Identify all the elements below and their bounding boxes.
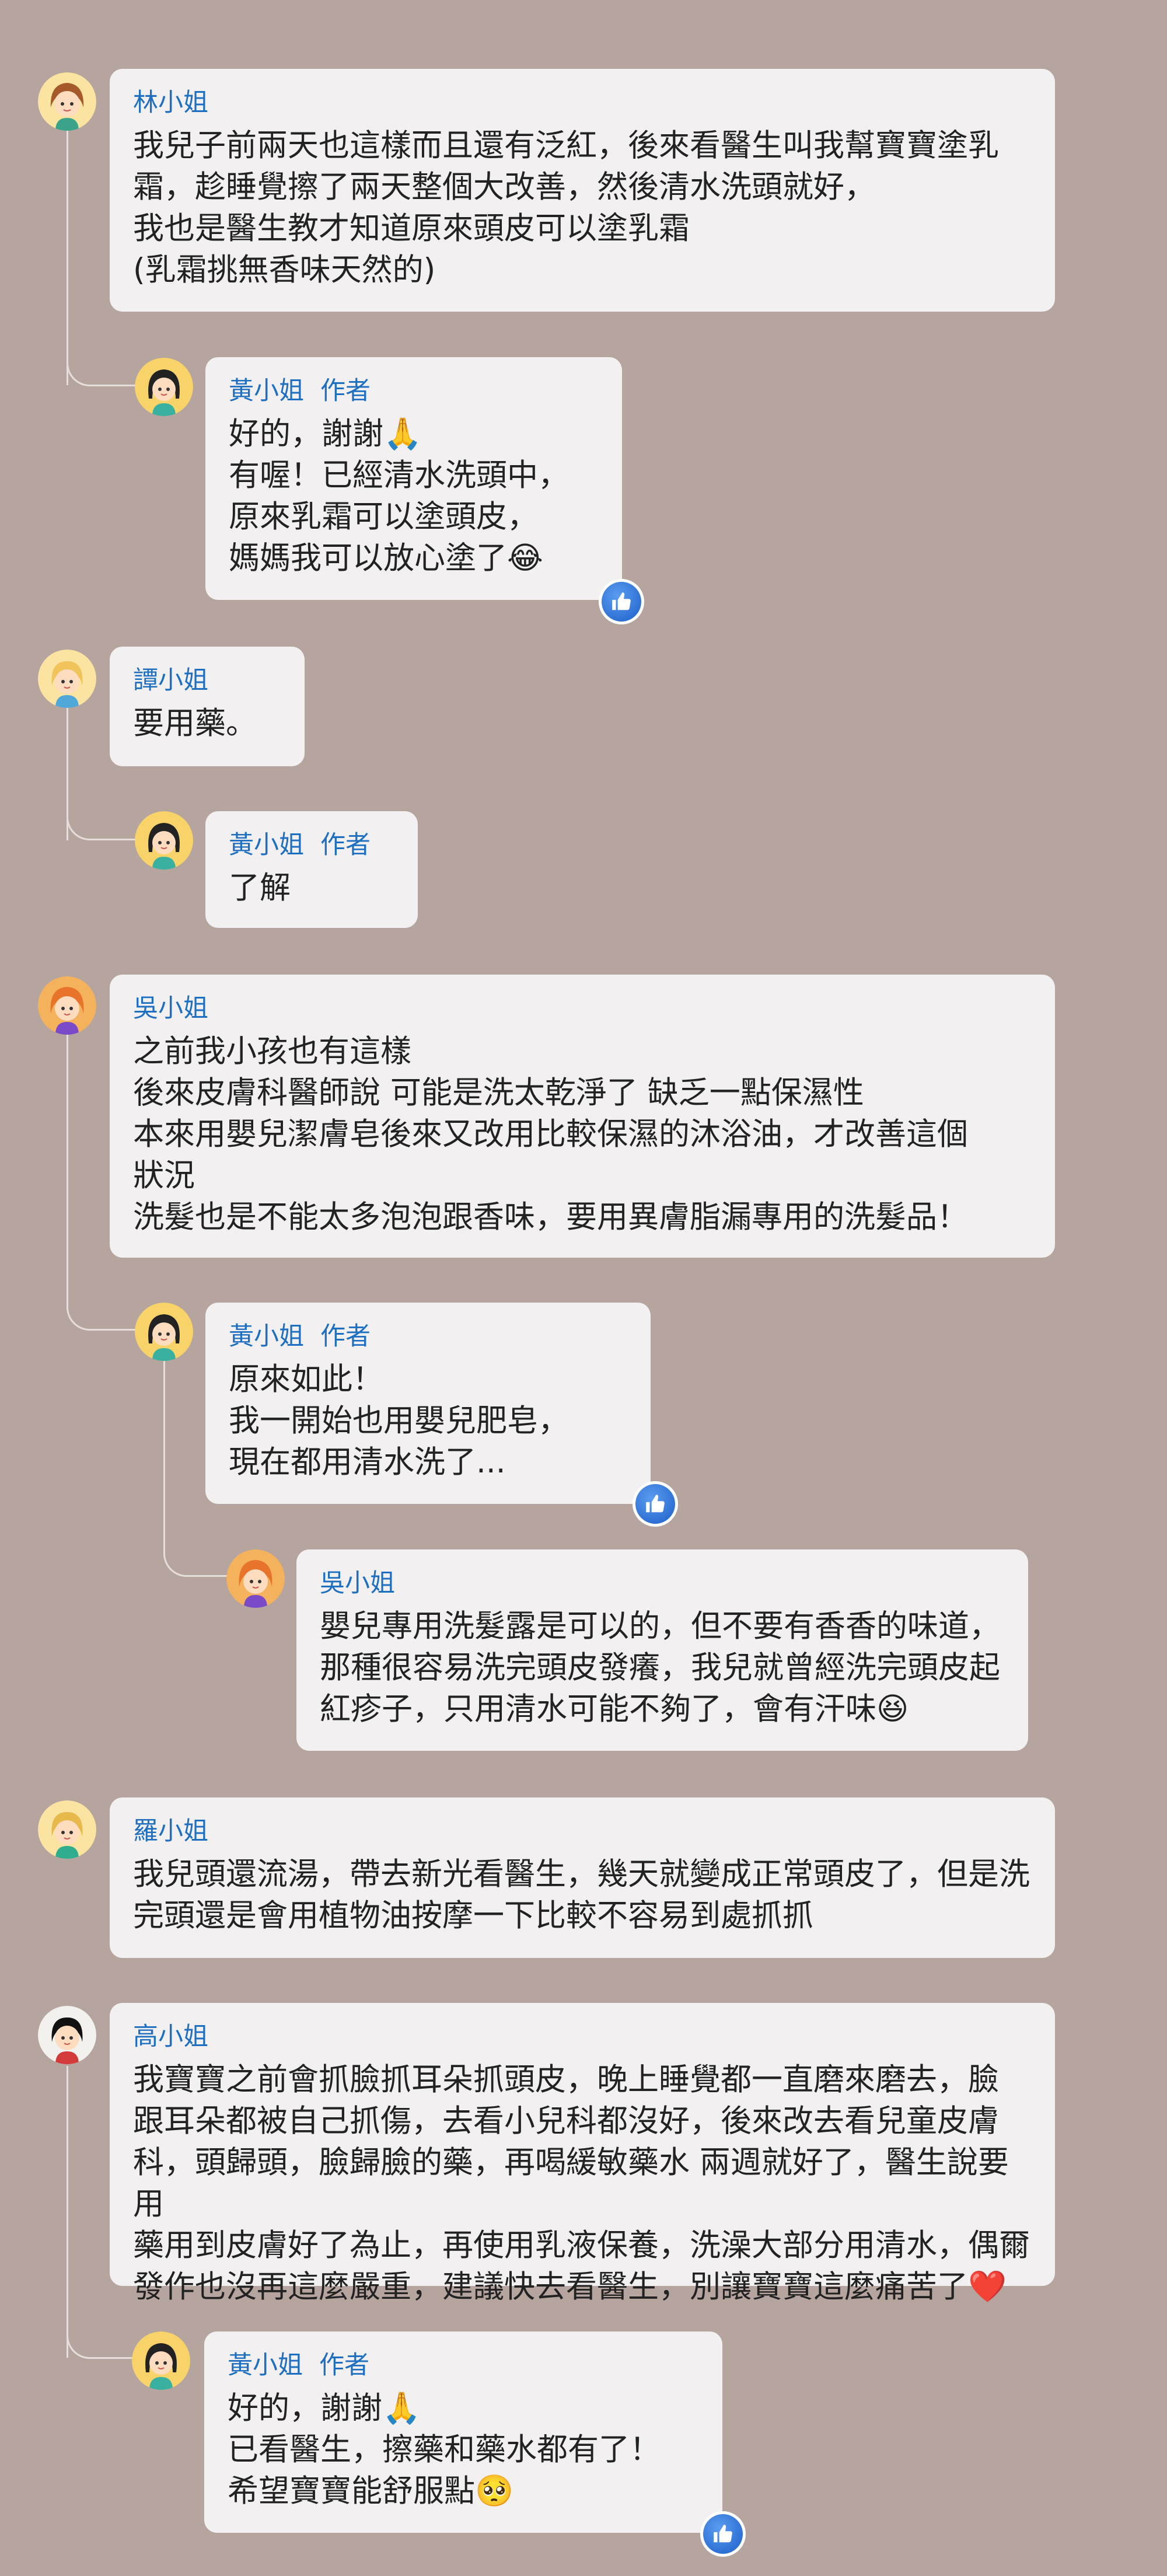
- commenter-name[interactable]: 黃小姐 作者: [229, 1319, 627, 1354]
- commenter-name[interactable]: 林小姐: [133, 85, 1032, 120]
- comment-text: 我兒子前兩天也這樣而且還有泛紅，後來看醫生叫我幫寶寶塗乳 霜，趁睡覺擦了兩天整個…: [133, 128, 999, 288]
- commenter-name[interactable]: 羅小姐: [133, 1814, 1032, 1849]
- comment-bubble: 黃小姐 作者 原來如此！ 我一開始也用嬰兒肥皂， 現在都用清水洗了...: [205, 1303, 651, 1504]
- commenter-name[interactable]: 黃小姐 作者: [229, 374, 599, 409]
- comment-text: 了解: [229, 870, 291, 906]
- comment-bubble: 高小姐 我寶寶之前會抓臉抓耳朵抓頭皮，晚上睡覺都一直磨來磨去，臉 跟耳朵都被自己…: [110, 2003, 1055, 2305]
- avatar-icon[interactable]: [226, 1549, 285, 1608]
- commenter-name[interactable]: 黃小姐 作者: [229, 828, 394, 863]
- avatar-icon[interactable]: [38, 1800, 96, 1859]
- thread-connector: [67, 2311, 137, 2359]
- comment-bubble: 吳小姐 嬰兒專用洗髮露是可以的，但不要有香香的味道， 那種很容易洗完頭皮發癢，我…: [296, 1549, 1028, 1751]
- avatar-icon[interactable]: [135, 358, 193, 416]
- author-badge: 作者: [319, 2351, 369, 2380]
- commenter-name[interactable]: 黃小姐 作者: [228, 2348, 699, 2383]
- comment-bubble: 譚小姐 要用藥。: [110, 647, 305, 766]
- avatar-icon[interactable]: [38, 650, 96, 708]
- comment-bubble: 吳小姐 之前我小孩也有這樣 後來皮膚科醫師說 可能是洗太乾淨了 缺乏一點保濕性 …: [110, 975, 1055, 1258]
- thread-connector: [67, 793, 137, 840]
- comment-text: 要用藥。: [133, 706, 257, 741]
- author-badge: 作者: [320, 1322, 371, 1351]
- like-icon[interactable]: [599, 579, 644, 624]
- comment-text: 好的，謝謝🙏 有喔！已經清水洗頭中， 原來乳霜可以塗頭皮， 媽媽我可以放心塗了😂: [229, 416, 569, 576]
- comment-bubble: 黃小姐 作者 好的，謝謝🙏 已看醫生，擦藥和藥水都有了！ 希望寶寶能舒服點🥺: [204, 2331, 722, 2533]
- comment-bubble: 黃小姐 作者 好的，謝謝🙏 有喔！已經清水洗頭中， 原來乳霜可以塗頭皮， 媽媽我可…: [205, 357, 622, 600]
- comment-text: 原來如此！ 我一開始也用嬰兒肥皂， 現在都用清水洗了...: [229, 1362, 569, 1480]
- avatar-icon[interactable]: [135, 811, 193, 870]
- avatar-icon[interactable]: [38, 72, 96, 131]
- commenter-name[interactable]: 吳小姐: [320, 1566, 1005, 1601]
- like-icon[interactable]: [700, 2511, 746, 2557]
- avatar-icon[interactable]: [38, 976, 96, 1035]
- comment-text: 我兒頭還流湯，帶去新光看醫生，幾天就變成正常頭皮了，但是洗 完頭還是會用植物油按…: [133, 1856, 1030, 1933]
- author-badge: 作者: [320, 376, 371, 406]
- comment-text: 之前我小孩也有這樣 後來皮膚科醫師說 可能是洗太乾淨了 缺乏一點保濕性 本來用嬰…: [133, 1034, 968, 1235]
- comment-bubble: 羅小姐 我兒頭還流湯，帶去新光看醫生，幾天就變成正常頭皮了，但是洗 完頭還是會用…: [110, 1797, 1055, 1958]
- comment-text: 好的，謝謝🙏 已看醫生，擦藥和藥水都有了！ 希望寶寶能舒服點🥺: [228, 2390, 661, 2509]
- author-badge: 作者: [320, 830, 371, 860]
- comment-bubble: 黃小姐 作者 了解: [205, 811, 418, 928]
- thread-line: [67, 1033, 68, 1290]
- comment-text: 我寶寶之前會抓臉抓耳朵抓頭皮，晚上睡覺都一直磨來磨去，臉 跟耳朵都被自己抓傷，去…: [133, 2062, 1030, 2305]
- thread-connector: [163, 1529, 228, 1577]
- avatar-icon[interactable]: [38, 2006, 96, 2064]
- thread-line: [163, 1360, 165, 1535]
- avatar-icon[interactable]: [135, 1303, 193, 1361]
- commenter-name[interactable]: 高小姐: [133, 2019, 1032, 2054]
- comment-bubble: 林小姐 我兒子前兩天也這樣而且還有泛紅，後來看醫生叫我幫寶寶塗乳 霜，趁睡覺擦了…: [110, 69, 1055, 312]
- commenter-name[interactable]: 吳小姐: [133, 991, 1032, 1026]
- thread-connector: [67, 338, 137, 386]
- commenter-name[interactable]: 譚小姐: [133, 663, 281, 698]
- like-icon[interactable]: [633, 1481, 678, 1527]
- avatar-icon[interactable]: [132, 2331, 190, 2390]
- thread-connector: [67, 1283, 137, 1331]
- comment-text: 嬰兒專用洗髮露是可以的，但不要有香香的味道， 那種很容易洗完頭皮發癢，我兒就曾經…: [320, 1608, 1000, 1727]
